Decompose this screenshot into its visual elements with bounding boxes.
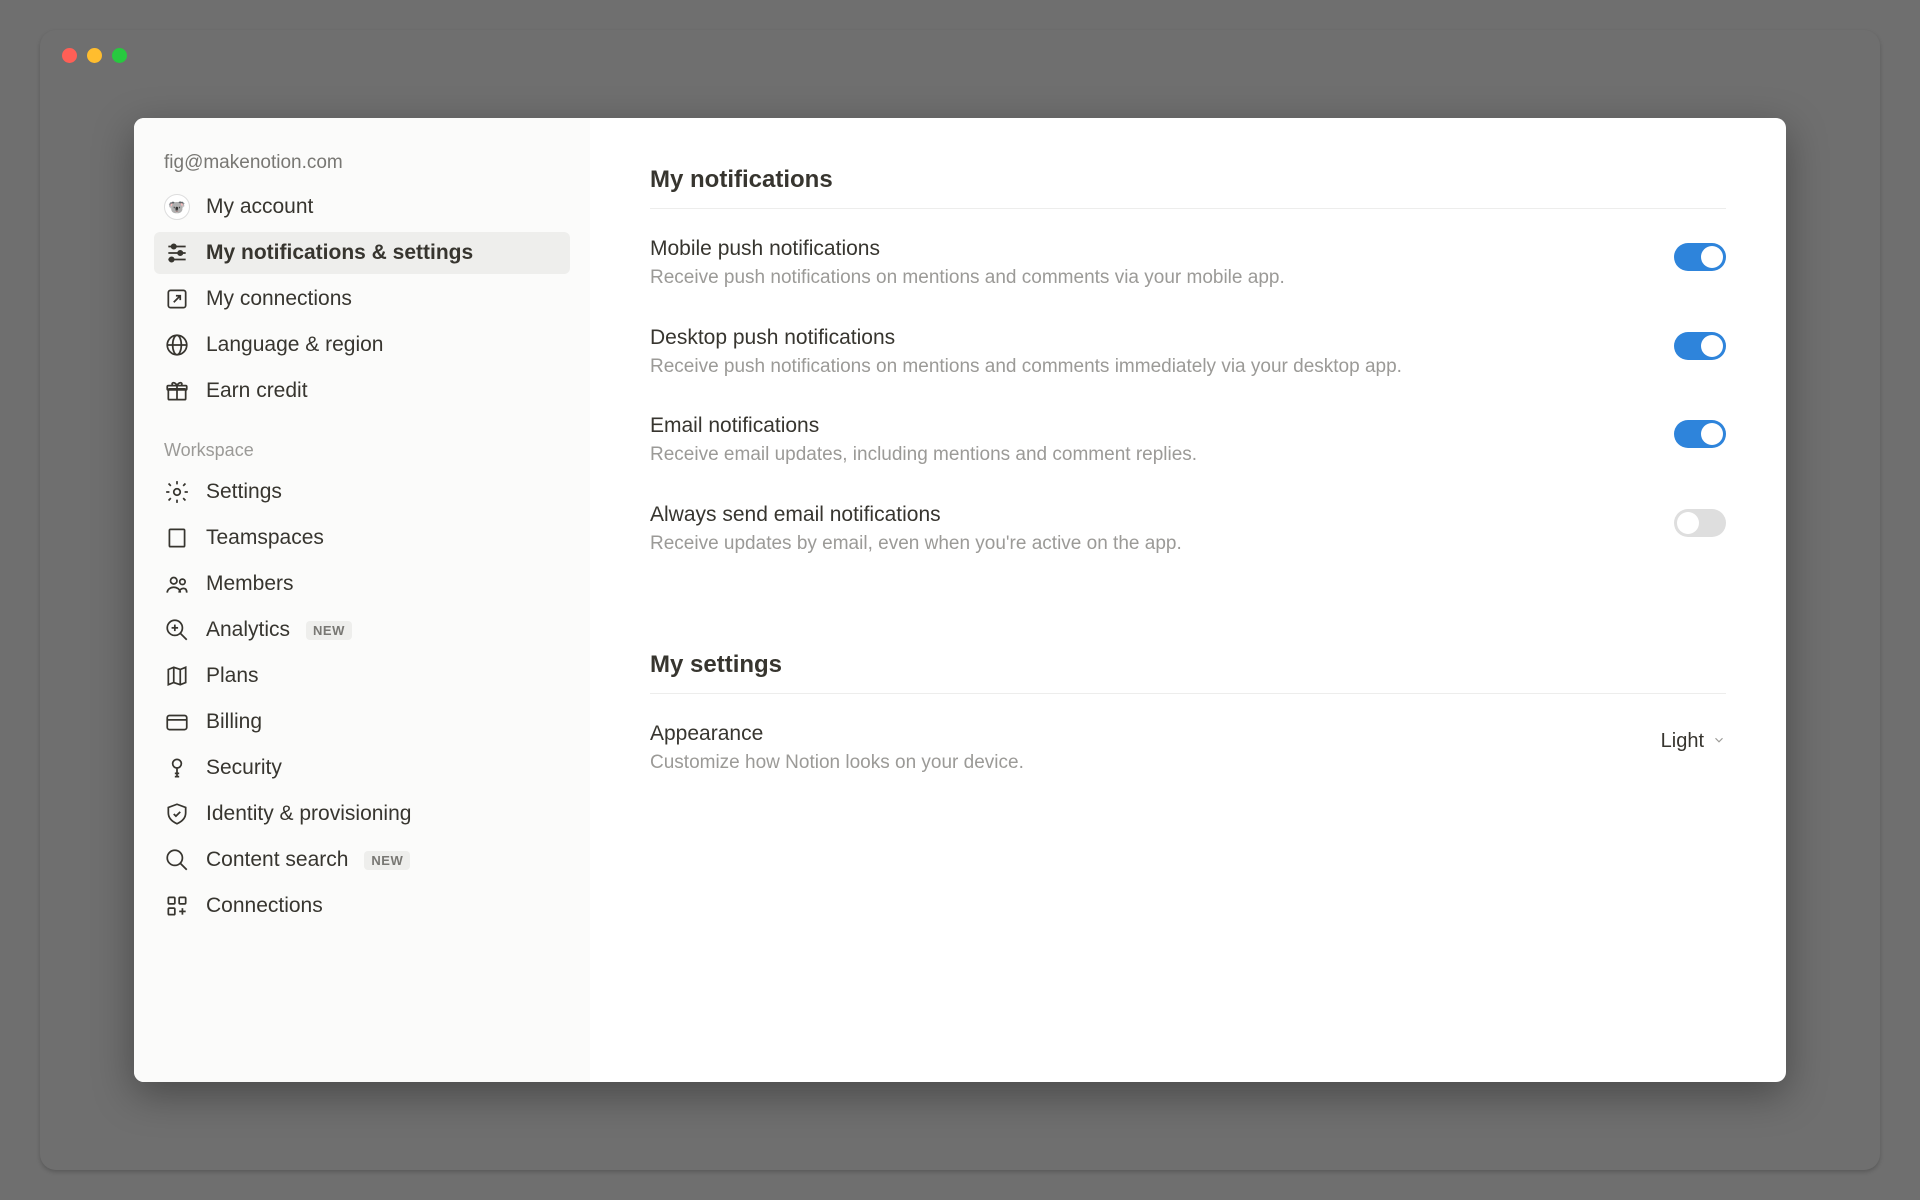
toggle-mobile-push[interactable]	[1674, 243, 1726, 271]
traffic-lights	[62, 48, 127, 63]
sidebar-item-settings[interactable]: Settings	[154, 471, 570, 513]
sidebar-item-label: Content search	[206, 848, 348, 872]
setting-description: Receive email updates, including mention…	[650, 442, 1634, 469]
toggle-always-email[interactable]	[1674, 509, 1726, 537]
app-window: fig@makenotion.com 🐨 My account My notif…	[40, 30, 1880, 1170]
sidebar-item-label: Earn credit	[206, 379, 308, 403]
sidebar-item-analytics[interactable]: Analytics NEW	[154, 609, 570, 651]
sidebar-item-my-account[interactable]: 🐨 My account	[154, 186, 570, 228]
setting-desktop-push: Desktop push notifications Receive push …	[650, 326, 1726, 381]
sidebar-item-identity-provisioning[interactable]: Identity & provisioning	[154, 793, 570, 835]
setting-description: Receive push notifications on mentions a…	[650, 354, 1634, 381]
shield-check-icon	[164, 801, 190, 827]
key-icon	[164, 755, 190, 781]
sidebar-item-language-region[interactable]: Language & region	[154, 324, 570, 366]
sidebar-item-label: Connections	[206, 894, 323, 918]
sidebar-item-label: Plans	[206, 664, 259, 688]
setting-description: Receive updates by email, even when you'…	[650, 531, 1634, 558]
external-link-icon	[164, 286, 190, 312]
toggle-email-notifications[interactable]	[1674, 420, 1726, 448]
new-badge: NEW	[306, 621, 352, 640]
account-email: fig@makenotion.com	[154, 148, 570, 186]
sidebar-item-label: Billing	[206, 710, 262, 734]
setting-appearance: Appearance Customize how Notion looks on…	[650, 722, 1726, 777]
sidebar-item-label: Members	[206, 572, 294, 596]
settings-content: My notifications Mobile push notificatio…	[590, 118, 1786, 1082]
sidebar-item-label: My notifications & settings	[206, 241, 473, 265]
window-close-button[interactable]	[62, 48, 77, 63]
appearance-select[interactable]: Light	[1661, 730, 1726, 753]
setting-label: Appearance	[650, 722, 1621, 746]
sidebar-item-billing[interactable]: Billing	[154, 701, 570, 743]
appearance-value: Light	[1661, 730, 1704, 753]
people-icon	[164, 571, 190, 597]
grid-plus-icon	[164, 893, 190, 919]
toggle-desktop-push[interactable]	[1674, 332, 1726, 360]
sidebar-item-label: Language & region	[206, 333, 384, 357]
setting-email-notifications: Email notifications Receive email update…	[650, 414, 1726, 469]
sidebar-item-notifications-settings[interactable]: My notifications & settings	[154, 232, 570, 274]
sidebar-item-label: My account	[206, 195, 313, 219]
window-zoom-button[interactable]	[112, 48, 127, 63]
gear-icon	[164, 479, 190, 505]
settings-sidebar: fig@makenotion.com 🐨 My account My notif…	[134, 118, 590, 1082]
sidebar-section-workspace: Workspace	[154, 416, 570, 471]
sidebar-item-members[interactable]: Members	[154, 563, 570, 605]
sidebar-item-my-connections[interactable]: My connections	[154, 278, 570, 320]
chevron-down-icon	[1712, 730, 1726, 753]
sidebar-item-label: Settings	[206, 480, 282, 504]
sidebar-item-label: Security	[206, 756, 282, 780]
setting-label: Email notifications	[650, 414, 1634, 438]
card-icon	[164, 709, 190, 735]
sidebar-item-label: Identity & provisioning	[206, 802, 411, 826]
setting-label: Mobile push notifications	[650, 237, 1634, 261]
setting-description: Receive push notifications on mentions a…	[650, 265, 1634, 292]
settings-section-title: My settings	[650, 651, 1726, 694]
settings-modal: fig@makenotion.com 🐨 My account My notif…	[134, 118, 1786, 1082]
window-minimize-button[interactable]	[87, 48, 102, 63]
building-icon	[164, 525, 190, 551]
avatar-icon: 🐨	[164, 194, 190, 220]
new-badge: NEW	[364, 851, 410, 870]
sidebar-item-content-search[interactable]: Content search NEW	[154, 839, 570, 881]
sidebar-item-plans[interactable]: Plans	[154, 655, 570, 697]
sidebar-item-security[interactable]: Security	[154, 747, 570, 789]
notifications-section-title: My notifications	[650, 166, 1726, 209]
setting-always-email: Always send email notifications Receive …	[650, 503, 1726, 558]
gift-icon	[164, 378, 190, 404]
sidebar-item-earn-credit[interactable]: Earn credit	[154, 370, 570, 412]
globe-icon	[164, 332, 190, 358]
setting-mobile-push: Mobile push notifications Receive push n…	[650, 237, 1726, 292]
sidebar-item-teamspaces[interactable]: Teamspaces	[154, 517, 570, 559]
setting-description: Customize how Notion looks on your devic…	[650, 750, 1621, 777]
setting-label: Desktop push notifications	[650, 326, 1634, 350]
magnify-plus-icon	[164, 617, 190, 643]
sidebar-item-label: Analytics	[206, 618, 290, 642]
map-icon	[164, 663, 190, 689]
search-icon	[164, 847, 190, 873]
sidebar-item-connections[interactable]: Connections	[154, 885, 570, 927]
setting-label: Always send email notifications	[650, 503, 1634, 527]
sidebar-item-label: My connections	[206, 287, 352, 311]
sidebar-item-label: Teamspaces	[206, 526, 324, 550]
sliders-icon	[164, 240, 190, 266]
